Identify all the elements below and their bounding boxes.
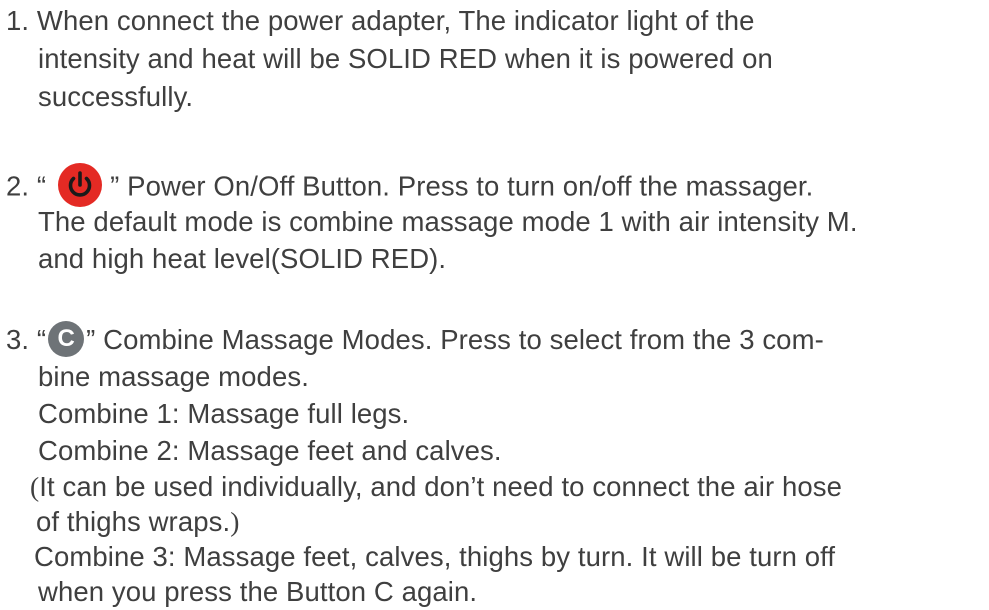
item-2-line-3-paren: (SOLID RED).	[270, 243, 447, 274]
note-close-paren: )	[230, 506, 240, 537]
item-1-number: 1.	[6, 5, 30, 36]
item-3-text: ” Combine Massage Modes. Press to select…	[86, 324, 824, 355]
note-text: It can be used individually, and don’t n…	[39, 471, 842, 502]
item-1-text: When connect the power adapter, The indi…	[36, 5, 755, 36]
item-2-open-quote: “	[36, 170, 47, 202]
note-line-2: of thighs wraps.)	[36, 505, 239, 539]
item-2-text: ” Power On/Off Button. Press to turn on/…	[110, 170, 814, 202]
combine-c-icon: C	[48, 320, 85, 357]
item-1-line-2: intensity and heat will be SOLID RED whe…	[38, 43, 773, 74]
note-open-paren: (	[30, 471, 40, 502]
item-2-line-3-prefix: and high heat level	[38, 243, 271, 274]
combine-3-line-2: when you press the Button C again.	[38, 576, 478, 607]
item-3-number: 3.	[6, 324, 30, 355]
item-2-line-3: and high heat level(SOLID RED).	[38, 242, 446, 276]
item-2-number: 2.	[6, 170, 30, 202]
power-icon	[58, 163, 103, 207]
item-1-line-3: successfully.	[38, 81, 194, 112]
item-3-line-1: 3. “C” Combine Massage Modes. Press to s…	[6, 320, 824, 360]
note-line-1: (It can be used individually, and don’t …	[30, 470, 842, 504]
item-1-line-1: 1. When connect the power adapter, The i…	[6, 4, 755, 38]
combine-1-text: Combine 1: Massage full legs.	[38, 398, 410, 429]
combine-3-line-1: Combine 3: Massage feet, calves, thighs …	[34, 541, 836, 572]
item-3-open-quote: “	[36, 324, 47, 355]
item-3-line-2: bine massage modes.	[38, 361, 309, 392]
item-2-line-2: The default mode is combine massage mode…	[38, 206, 858, 237]
note-text-2: of thighs wraps.	[36, 506, 231, 537]
instruction-document: 1. When connect the power adapter, The i…	[0, 0, 989, 610]
combine-2-text: Combine 2: Massage feet and calves.	[38, 435, 502, 466]
item-2-line-1: 2. “ ” Power On/Off Button. Press to turn…	[6, 163, 814, 210]
